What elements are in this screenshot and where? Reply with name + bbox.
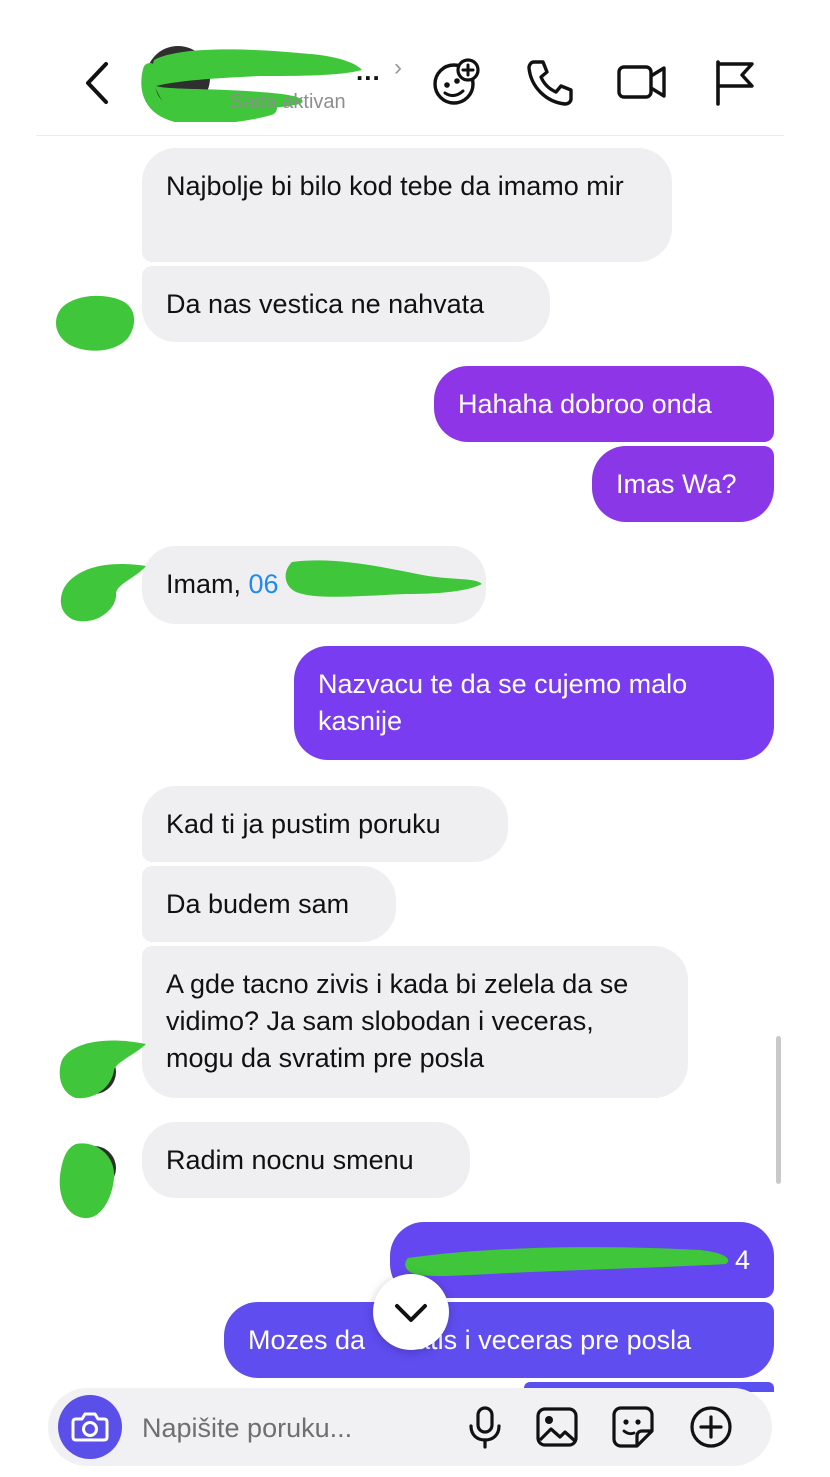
sender-avatar[interactable] xyxy=(72,296,116,340)
message-text: Kad ti ja pustim poruku xyxy=(166,809,441,839)
message-text: Da nas vestica ne nahvata xyxy=(166,289,485,319)
add-icon xyxy=(690,1406,732,1448)
message-bubble-outgoing[interactable]: Imas Wa? xyxy=(592,446,774,522)
message-bubble-incoming[interactable]: Imam, 06 xyxy=(142,546,486,624)
sender-avatar[interactable] xyxy=(72,572,116,616)
chat-header xyxy=(0,0,830,136)
back-button[interactable] xyxy=(76,58,120,108)
sender-avatar[interactable] xyxy=(72,1146,116,1190)
message-text: Nazvacu te da se cujemo malo kasnije xyxy=(318,669,688,736)
message-text: Imas Wa? xyxy=(616,469,737,499)
contact-avatar[interactable] xyxy=(146,46,210,110)
active-status: Sada aktivan xyxy=(230,91,346,113)
message-bubble-outgoing[interactable]: Hahaha dobroo onda xyxy=(434,366,774,442)
message-text: Imam, xyxy=(166,569,242,599)
message-bubble-incoming[interactable]: Najbolje bi bilo kod tebe da imamo mir xyxy=(142,148,672,262)
effects-button[interactable] xyxy=(430,56,482,108)
sticker-button[interactable] xyxy=(610,1404,656,1450)
back-icon xyxy=(86,62,108,104)
message-bubble-incoming[interactable]: Da budem sam xyxy=(142,866,396,942)
chevron-down-icon xyxy=(395,1304,427,1322)
scroll-to-bottom-button[interactable] xyxy=(373,1274,449,1350)
gallery-button[interactable] xyxy=(534,1404,580,1450)
scrollbar[interactable] xyxy=(776,1036,781,1184)
voice-message-button[interactable] xyxy=(462,1404,508,1450)
message-bubble-incoming[interactable]: Radim nocnu smenu xyxy=(142,1122,470,1198)
message-bubble-outgoing[interactable]: Nazvacu te da se cujemo malo kasnije xyxy=(294,646,774,760)
message-text: A gde tacno zivis i kada bi zelela da se… xyxy=(166,969,629,1073)
sender-avatar[interactable] xyxy=(72,1050,116,1094)
phone-icon xyxy=(527,60,573,106)
message-text: Hahaha dobroo onda xyxy=(458,389,712,419)
camera-button[interactable] xyxy=(58,1395,122,1459)
gallery-icon xyxy=(536,1407,578,1447)
effects-icon xyxy=(433,58,480,105)
message-bubble-incoming[interactable]: A gde tacno zivis i kada bi zelela da se… xyxy=(142,946,688,1098)
flag-icon xyxy=(716,60,754,106)
microphone-icon xyxy=(469,1406,501,1449)
message-bubble-incoming[interactable]: Kad ti ja pustim poruku xyxy=(142,786,508,862)
message-bubble-outgoing[interactable]: Mozes da atis i veceras pre posla xyxy=(224,1302,774,1378)
message-text: Najbolje bi bilo kod tebe da imamo mir xyxy=(166,171,624,201)
message-text: 4 xyxy=(734,1245,750,1275)
contact-name-ellipsis[interactable]: ... xyxy=(356,56,381,87)
message-text: atis i veceras pre posla xyxy=(415,1325,692,1355)
camera-icon xyxy=(71,1412,109,1442)
sticker-icon xyxy=(612,1406,654,1448)
voice-call-button[interactable] xyxy=(524,56,576,108)
more-options-button[interactable] xyxy=(688,1404,734,1450)
video-icon xyxy=(617,65,666,99)
chevron-right-icon[interactable]: › xyxy=(394,54,402,82)
message-text: Radim nocnu smenu xyxy=(166,1145,414,1175)
message-input[interactable] xyxy=(142,1408,442,1448)
message-text: Mozes da xyxy=(248,1325,366,1355)
message-text: Da budem sam xyxy=(166,889,350,919)
video-call-button[interactable] xyxy=(616,56,668,108)
message-bubble-incoming[interactable]: Da nas vestica ne nahvata xyxy=(142,266,550,342)
phone-number-link[interactable]: 06 xyxy=(249,569,279,599)
report-button[interactable] xyxy=(708,56,760,108)
header-divider xyxy=(36,135,784,136)
